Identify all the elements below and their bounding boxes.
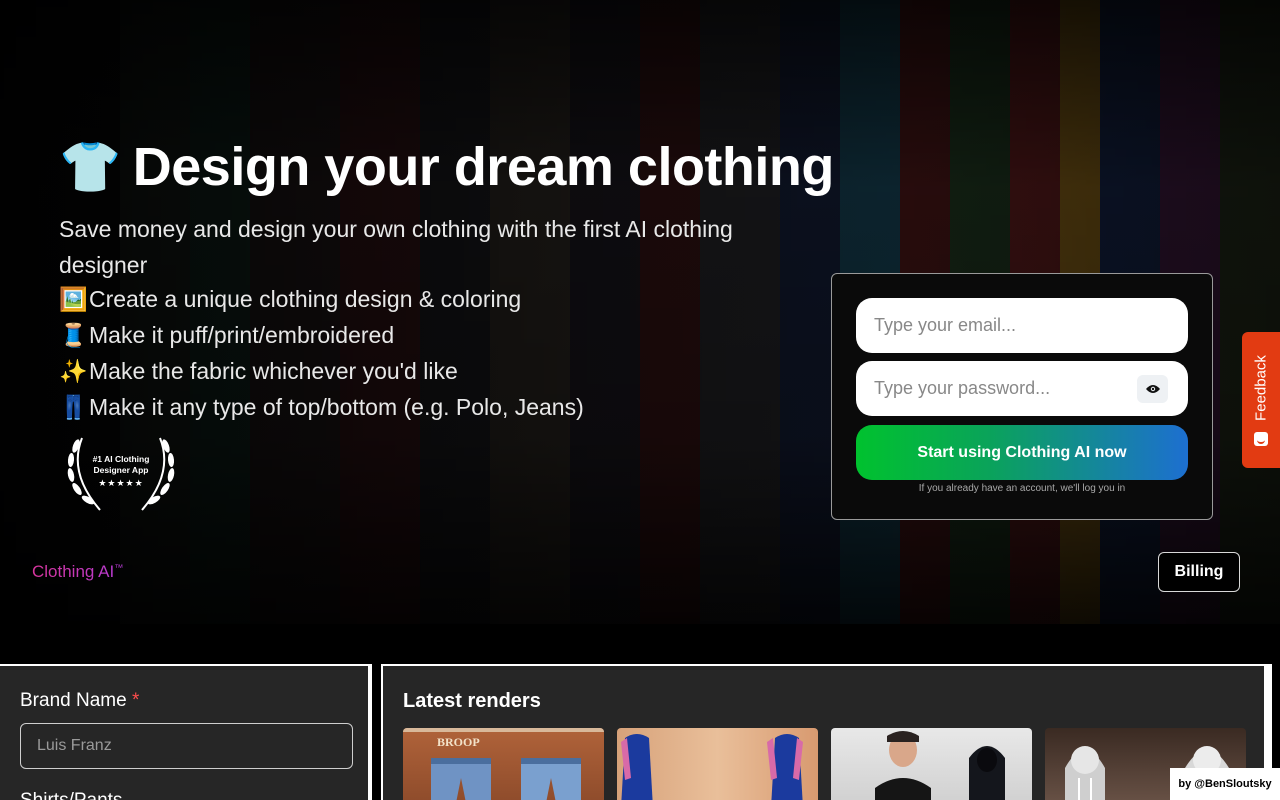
login-note: If you already have an account, we'll lo… (918, 483, 1126, 494)
hoodie-model-render-image (875, 731, 1005, 800)
shirts-pants-label: Shirts/Pants (20, 790, 122, 800)
feature-item: ✨ Make the fabric whichever you'd like (59, 353, 584, 389)
sparkles-icon: ✨ (59, 358, 88, 384)
show-password-button[interactable] (1137, 375, 1168, 403)
shirt-icon: 👕 (59, 138, 121, 195)
brand-name-input[interactable] (20, 723, 353, 769)
login-card: Start using Clothing AI now If you alrea… (831, 273, 1213, 520)
vest-render-image (621, 734, 803, 800)
feature-item: 🧵 Make it puff/print/embroidered (59, 317, 584, 353)
eye-icon (1145, 385, 1160, 393)
award-line-1: #1 AI Clothing (92, 454, 150, 464)
brand-name-label: Brand Name * (20, 690, 140, 711)
feature-text: Make it any type of top/bottom (e.g. Pol… (89, 394, 584, 420)
smile-icon (1254, 432, 1268, 446)
feature-text: Create a unique clothing design & colori… (89, 286, 522, 312)
feature-text: Make it puff/print/embroidered (89, 322, 395, 348)
required-mark: * (131, 690, 140, 711)
email-input[interactable] (856, 298, 1188, 353)
password-field-wrapper (856, 361, 1188, 416)
trademark-mark: ™ (114, 562, 124, 573)
award-line-2: Designer App (93, 465, 149, 475)
render-thumbnail[interactable] (617, 728, 818, 800)
renders-title: Latest renders (403, 690, 541, 712)
design-form-panel: Brand Name * Shirts/Pants (0, 664, 372, 800)
award-badge: #1 AI Clothing Designer App ★★★★★ (62, 428, 180, 514)
feature-item: 👖 Make it any type of top/bottom (e.g. P… (59, 389, 584, 425)
picture-icon: 🖼️ (59, 286, 88, 312)
render-caption: BROOP (437, 735, 480, 749)
brand-logo[interactable]: Clothing AI™ (32, 562, 123, 582)
hero-section: 👕 Design your dream clothing Save money … (0, 0, 1280, 624)
latest-renders-panel: Latest renders BROOP (381, 664, 1272, 800)
feature-list: 🖼️ Create a unique clothing design & col… (59, 281, 584, 425)
start-button[interactable]: Start using Clothing AI now (856, 425, 1188, 480)
headline-text: Design your dream clothing (132, 137, 835, 197)
jeans-icon: 👖 (59, 394, 88, 420)
brand-name: Clothing AI (32, 562, 115, 581)
feature-item: 🖼️ Create a unique clothing design & col… (59, 281, 584, 317)
feature-text: Make the fabric whichever you'd like (89, 358, 458, 384)
render-thumbnail[interactable]: BROOP (403, 728, 604, 800)
render-thumbnail[interactable] (831, 728, 1032, 800)
thread-icon: 🧵 (59, 322, 88, 348)
page-title: 👕 Design your dream clothing (59, 136, 834, 198)
award-stars: ★★★★★ (98, 478, 144, 488)
billing-button[interactable]: Billing (1158, 552, 1240, 592)
hero-subtitle: Save money and design your own clothing … (59, 216, 733, 278)
jeans-render-image: BROOP (403, 728, 604, 800)
feedback-label: Feedback (1252, 355, 1270, 421)
author-credit-link[interactable]: by @BenSloutsky (1170, 768, 1280, 800)
feedback-tab[interactable]: Feedback (1242, 332, 1280, 468)
